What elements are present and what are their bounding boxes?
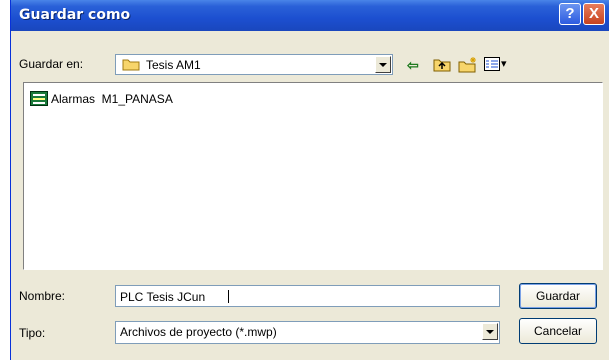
list-item[interactable]: Alarmas M1_PANASA (30, 91, 173, 106)
save-in-value: Tesis AM1 (146, 58, 201, 72)
file-name-value: PLC Tesis JCun (120, 290, 206, 304)
save-in-label: Guardar en: (19, 57, 84, 71)
dialog-title: Guardar como (19, 7, 131, 23)
back-arrow-icon[interactable]: ⇦ (407, 57, 419, 74)
save-in-dropdown[interactable]: Tesis AM1 (115, 54, 393, 75)
view-menu-chevron-icon[interactable]: ▾ (501, 57, 507, 70)
file-name: Alarmas M1_PANASA (51, 91, 173, 106)
chevron-down-icon[interactable] (375, 56, 391, 73)
save-as-dialog: Guardar como ? X Guardar en: Tesis AM1 ⇦ (10, 0, 609, 360)
help-button[interactable]: ? (559, 3, 581, 25)
chevron-down-icon[interactable] (482, 323, 498, 340)
cancel-button[interactable]: Cancelar (519, 318, 597, 344)
save-button[interactable]: Guardar (519, 283, 597, 309)
type-label: Tipo: (19, 326, 46, 340)
up-folder-icon[interactable] (433, 57, 451, 75)
file-type-value: Archivos de proyecto (*.mwp) (120, 325, 277, 339)
title-bar[interactable]: Guardar como ? X (11, 0, 609, 31)
name-label: Nombre: (19, 289, 66, 303)
file-list[interactable]: Alarmas M1_PANASA (23, 82, 603, 270)
view-menu-icon[interactable] (484, 57, 500, 74)
new-folder-icon[interactable] (458, 57, 478, 76)
text-caret (228, 290, 229, 303)
file-name-input[interactable]: PLC Tesis JCun (115, 285, 500, 307)
project-file-icon (30, 91, 48, 106)
file-type-dropdown[interactable]: Archivos de proyecto (*.mwp) (115, 321, 500, 344)
close-button[interactable]: X (583, 3, 605, 25)
folder-icon (122, 59, 140, 71)
